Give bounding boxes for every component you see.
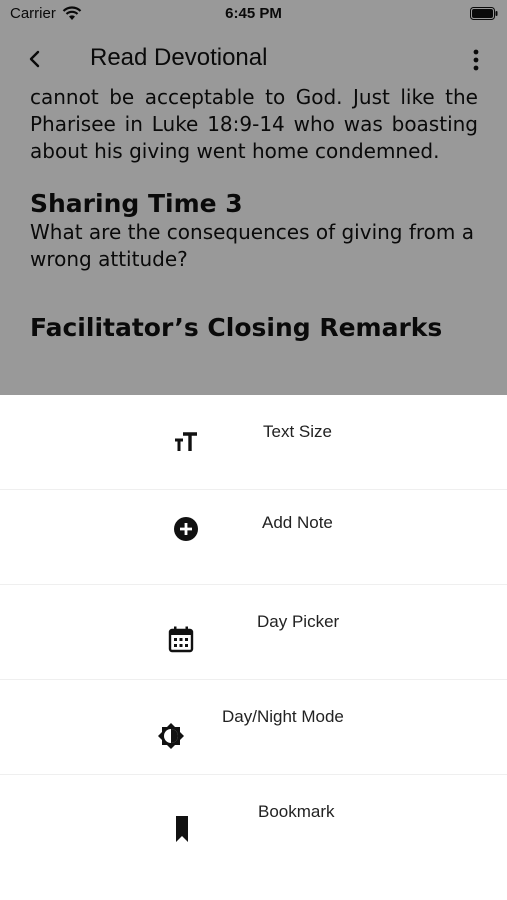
day-night-mode-label: Day/Night Mode bbox=[222, 707, 344, 726]
day-picker-label: Day Picker bbox=[257, 612, 340, 631]
brightness-icon bbox=[158, 723, 184, 749]
menu-item-text-size[interactable]: Text Size bbox=[0, 395, 507, 490]
add-circle-icon bbox=[174, 517, 198, 541]
text-size-label: Text Size bbox=[263, 422, 332, 441]
dim-overlay[interactable] bbox=[0, 0, 507, 395]
menu-item-add-note[interactable]: Add Note bbox=[0, 490, 507, 585]
text-size-icon bbox=[175, 432, 197, 451]
calendar-icon bbox=[168, 626, 194, 653]
menu-item-day-picker[interactable]: Day Picker bbox=[0, 585, 507, 680]
options-bottom-sheet: Text Size Add Note Day Picker Day/Night … bbox=[0, 395, 507, 900]
bookmark-icon bbox=[176, 816, 188, 842]
menu-item-day-night-mode[interactable]: Day/Night Mode bbox=[0, 680, 507, 775]
menu-item-bookmark[interactable]: Bookmark bbox=[0, 775, 507, 870]
bookmark-label: Bookmark bbox=[258, 802, 335, 821]
add-note-label: Add Note bbox=[262, 513, 333, 532]
